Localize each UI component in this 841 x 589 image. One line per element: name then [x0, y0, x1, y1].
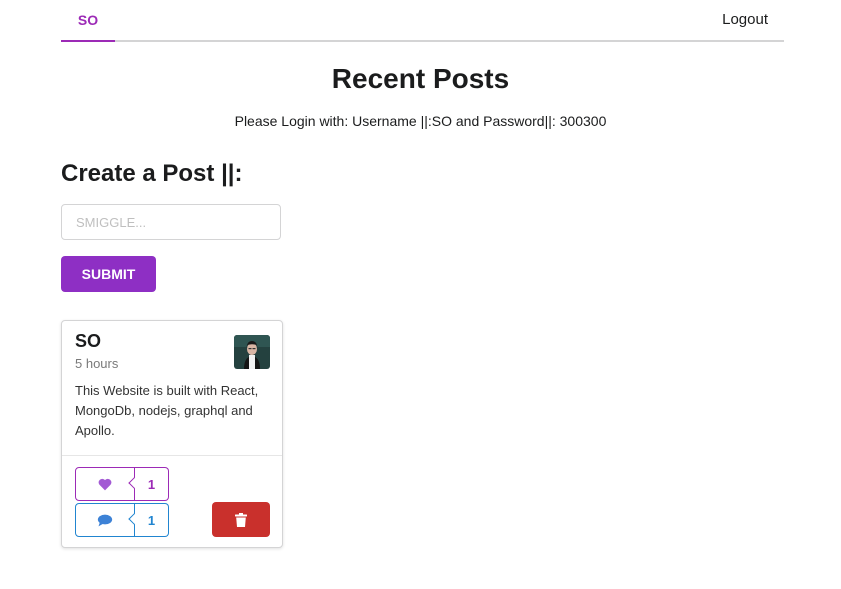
- post-author: SO: [75, 331, 102, 351]
- like-button[interactable]: 1: [75, 467, 169, 501]
- login-hint: Please Login with: Username ||:SO and Pa…: [234, 113, 607, 129]
- comment-button-icon-area[interactable]: [75, 503, 135, 537]
- comment-icon: [97, 514, 113, 526]
- avatar: [234, 335, 270, 369]
- top-menu: SO Logout: [61, 0, 784, 42]
- submit-post-button[interactable]: SUBMIT: [61, 256, 156, 292]
- post-card: SO 5 hours This Website is built with Re…: [61, 320, 283, 548]
- nav-item-home[interactable]: SO: [61, 0, 115, 42]
- comment-count[interactable]: 1: [135, 503, 169, 537]
- delete-post-button[interactable]: [212, 502, 270, 537]
- logout-link[interactable]: Logout: [722, 0, 768, 38]
- like-count[interactable]: 1: [135, 467, 169, 501]
- card-divider: [62, 455, 282, 456]
- heart-icon: [98, 478, 112, 490]
- create-post-title: Create a Post ||:: [61, 160, 243, 187]
- comment-button[interactable]: 1: [75, 503, 169, 537]
- post-body-input[interactable]: [61, 204, 281, 240]
- trash-icon: [235, 512, 247, 527]
- post-body: This Website is built with React, MongoD…: [75, 383, 259, 438]
- post-time[interactable]: 5 hours: [75, 356, 118, 371]
- page-title: Recent Posts: [331, 63, 510, 94]
- like-button-icon-area[interactable]: [75, 467, 135, 501]
